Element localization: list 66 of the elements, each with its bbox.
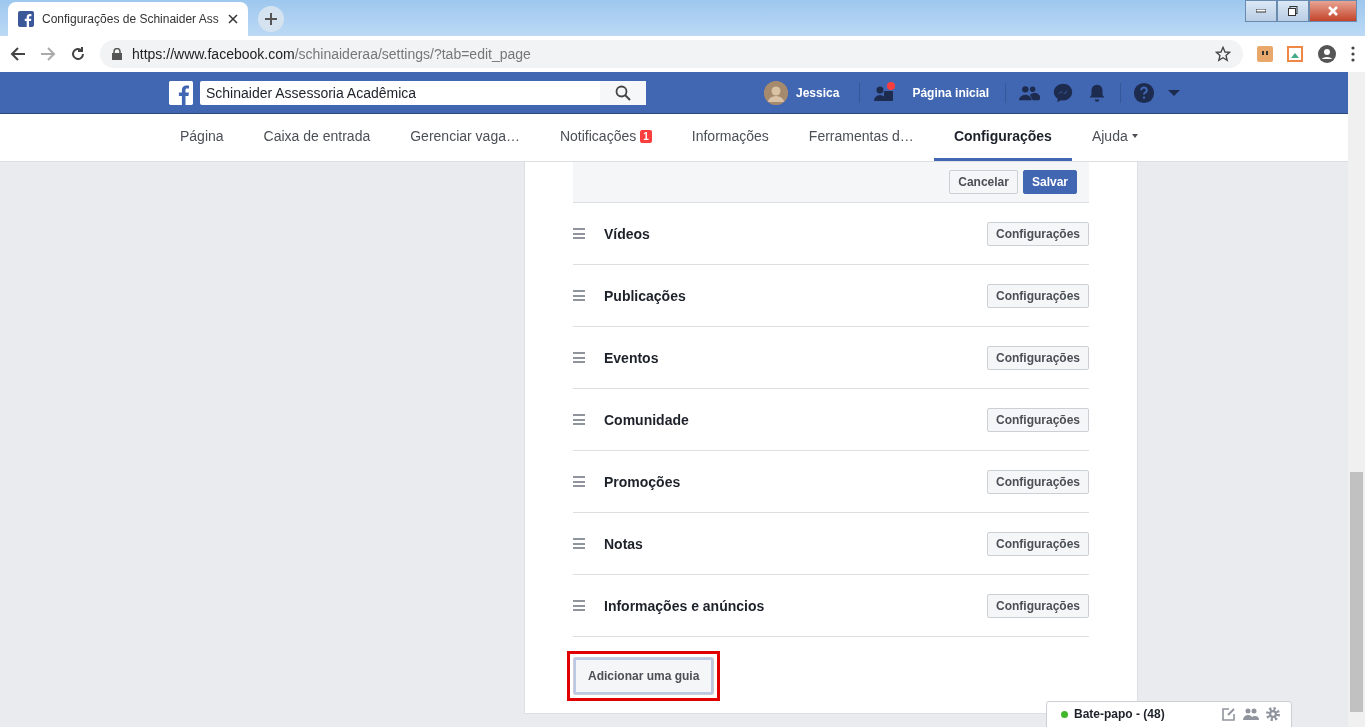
back-icon[interactable]	[10, 46, 26, 62]
facebook-logo-icon[interactable]	[169, 80, 193, 105]
search-icon[interactable]	[615, 84, 631, 101]
restore-icon	[1288, 6, 1298, 16]
browser-tab[interactable]: Configurações de Schinaider Ass	[8, 2, 248, 36]
section-settings-button[interactable]: Configurações	[987, 283, 1089, 308]
save-button[interactable]: Salvar	[1022, 170, 1077, 194]
section-label: Vídeos	[604, 225, 651, 242]
extension-icon[interactable]	[1257, 46, 1273, 62]
address-bar[interactable]: https://www.facebook.com/schinaideraa/settings/?tab=edit_page	[100, 40, 1243, 68]
settings-icon[interactable]	[1265, 706, 1281, 722]
notification-badge: 1	[640, 129, 652, 143]
add-tab-button[interactable]: Adicionar uma guia	[573, 657, 715, 695]
minimize-icon	[1256, 9, 1266, 13]
reload-icon[interactable]	[70, 46, 86, 62]
facebook-logo-icon	[18, 11, 34, 27]
image-extension-icon[interactable]	[1287, 46, 1303, 62]
section-label: Publicações	[604, 287, 687, 304]
drag-handle-icon[interactable]	[573, 228, 585, 239]
section-settings-button[interactable]: Configurações	[987, 531, 1089, 556]
drag-handle-icon[interactable]	[573, 290, 585, 301]
section-label: Informações e anúncios	[604, 597, 766, 614]
drag-handle-icon[interactable]	[573, 476, 585, 487]
profile-icon[interactable]	[1317, 44, 1337, 64]
nav-tab[interactable]: Informações	[671, 114, 789, 161]
plus-icon	[265, 13, 277, 25]
nav-tab[interactable]: Página	[160, 114, 244, 161]
home-link[interactable]: Página inicial	[912, 85, 990, 100]
close-icon	[1328, 6, 1338, 16]
section-label: Notas	[604, 535, 644, 552]
help-icon[interactable]	[1133, 81, 1156, 104]
nav-tab[interactable]: Ferramentas d…	[788, 114, 934, 161]
section-settings-button[interactable]: Configurações	[987, 221, 1089, 246]
nav-tab[interactable]: Notificações 1	[539, 114, 672, 161]
restore-button[interactable]	[1277, 0, 1309, 22]
section-label: Comunidade	[604, 411, 690, 428]
nav-tab[interactable]: Ajuda	[1071, 114, 1158, 161]
nav-tab[interactable]: Gerenciar vaga…	[390, 114, 540, 161]
chat-label: Bate-papo - (48)	[1074, 707, 1166, 721]
section-label: Eventos	[604, 349, 660, 366]
avatar-icon	[764, 80, 788, 105]
forward-icon[interactable]	[40, 46, 56, 62]
cancel-button[interactable]: Cancelar	[949, 170, 1018, 194]
section-settings-button[interactable]: Configurações	[987, 593, 1089, 618]
drag-handle-icon[interactable]	[573, 538, 585, 549]
close-window-button[interactable]	[1309, 0, 1357, 22]
close-icon[interactable]	[228, 14, 238, 24]
section-settings-button[interactable]: Configurações	[987, 469, 1089, 494]
drag-handle-icon[interactable]	[573, 414, 585, 425]
drag-handle-icon[interactable]	[573, 352, 585, 363]
menu-icon[interactable]	[1351, 46, 1355, 62]
star-icon[interactable]	[1215, 46, 1231, 62]
section-label: Promoções	[604, 473, 682, 490]
chat-bar[interactable]: Bate-papo - (48)	[1046, 701, 1292, 727]
search-field[interactable]: Schinaider Assessoria Acadêmica	[200, 80, 646, 105]
people-icon[interactable]	[1243, 706, 1259, 722]
nav-tab[interactable]: Caixa de entrada	[243, 114, 391, 161]
new-tab-button[interactable]	[258, 6, 284, 32]
drag-handle-icon[interactable]	[573, 600, 585, 611]
section-settings-button[interactable]: Configurações	[987, 407, 1089, 432]
scrollbar[interactable]	[1348, 72, 1365, 727]
messenger-icon[interactable]	[1052, 81, 1075, 104]
compose-icon[interactable]	[1221, 706, 1237, 722]
lock-icon	[112, 48, 122, 60]
section-settings-button[interactable]: Configurações	[987, 345, 1089, 370]
profile-link[interactable]: Jessica	[796, 85, 840, 100]
